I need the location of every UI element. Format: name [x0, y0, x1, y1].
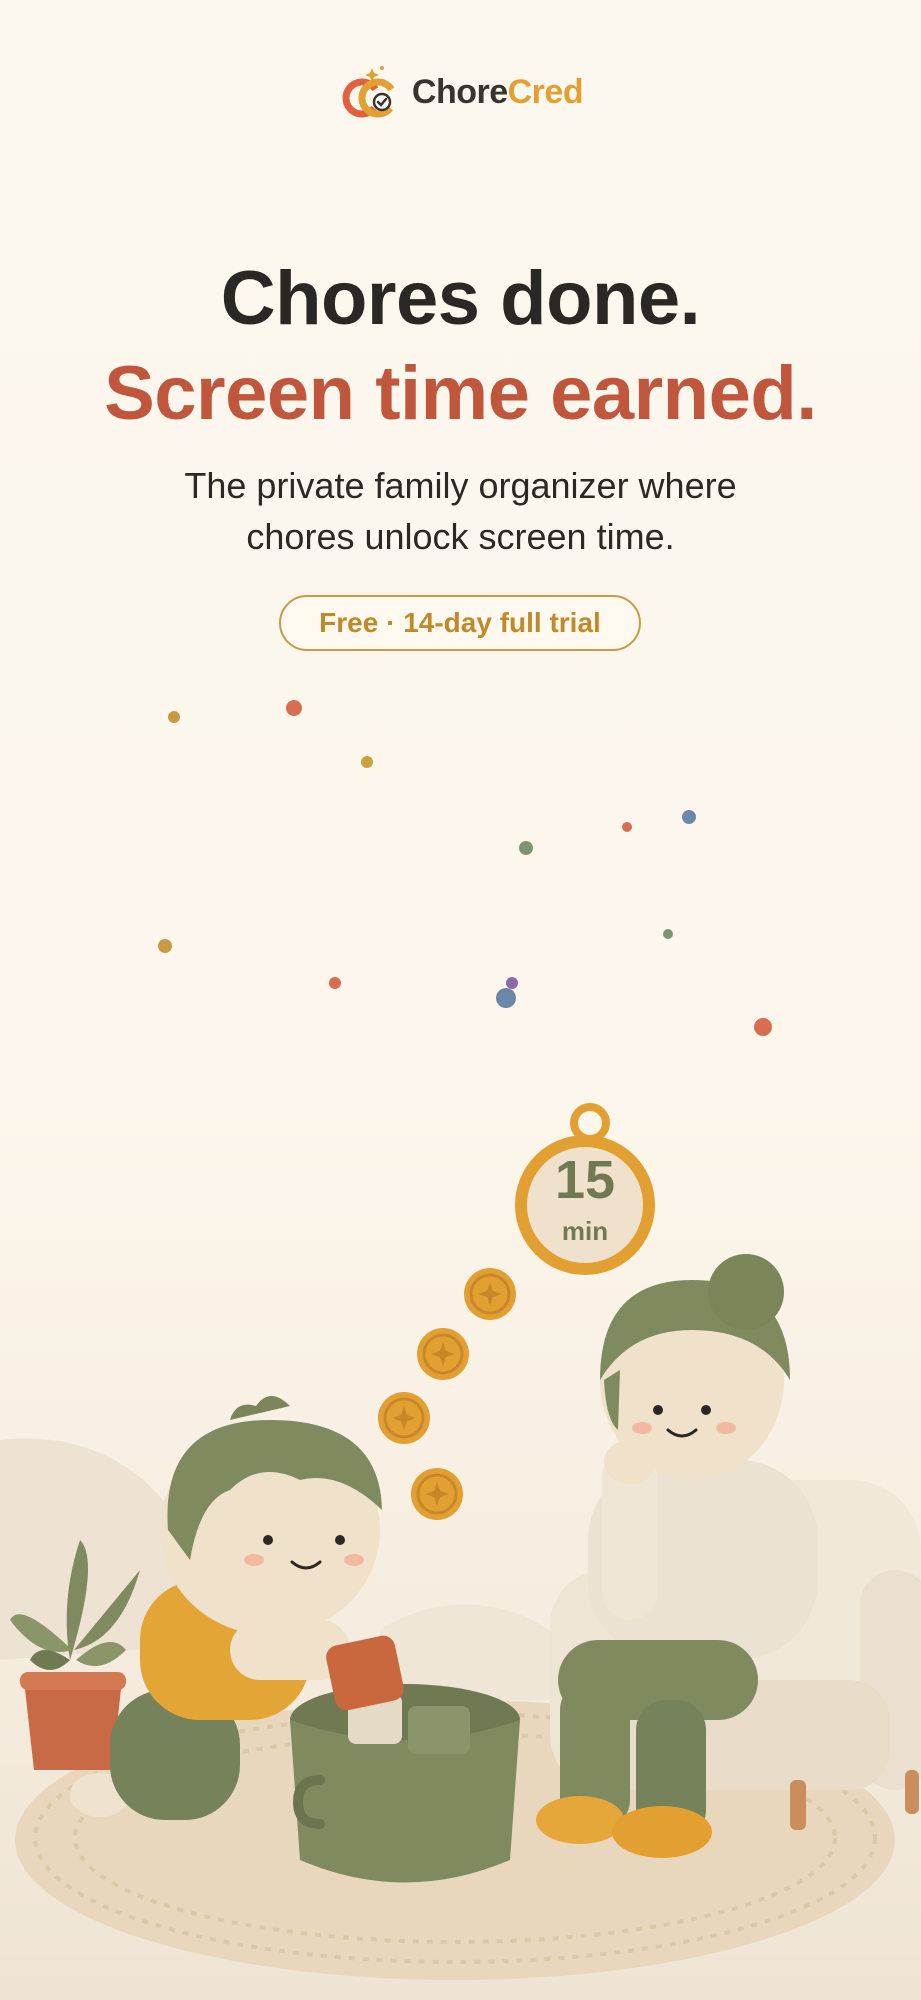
timer-unit: min: [562, 1216, 608, 1246]
toy-basket: [290, 1684, 520, 1883]
timer-badge: 15 min: [515, 1103, 655, 1275]
landing-page: ChoreCred Chores done. Screen time earne…: [0, 0, 921, 2000]
illustration: 15 min: [0, 700, 921, 1980]
timer-value: 15: [555, 1150, 615, 1210]
coin-trail: [378, 1268, 516, 1520]
confetti: [158, 700, 772, 1036]
